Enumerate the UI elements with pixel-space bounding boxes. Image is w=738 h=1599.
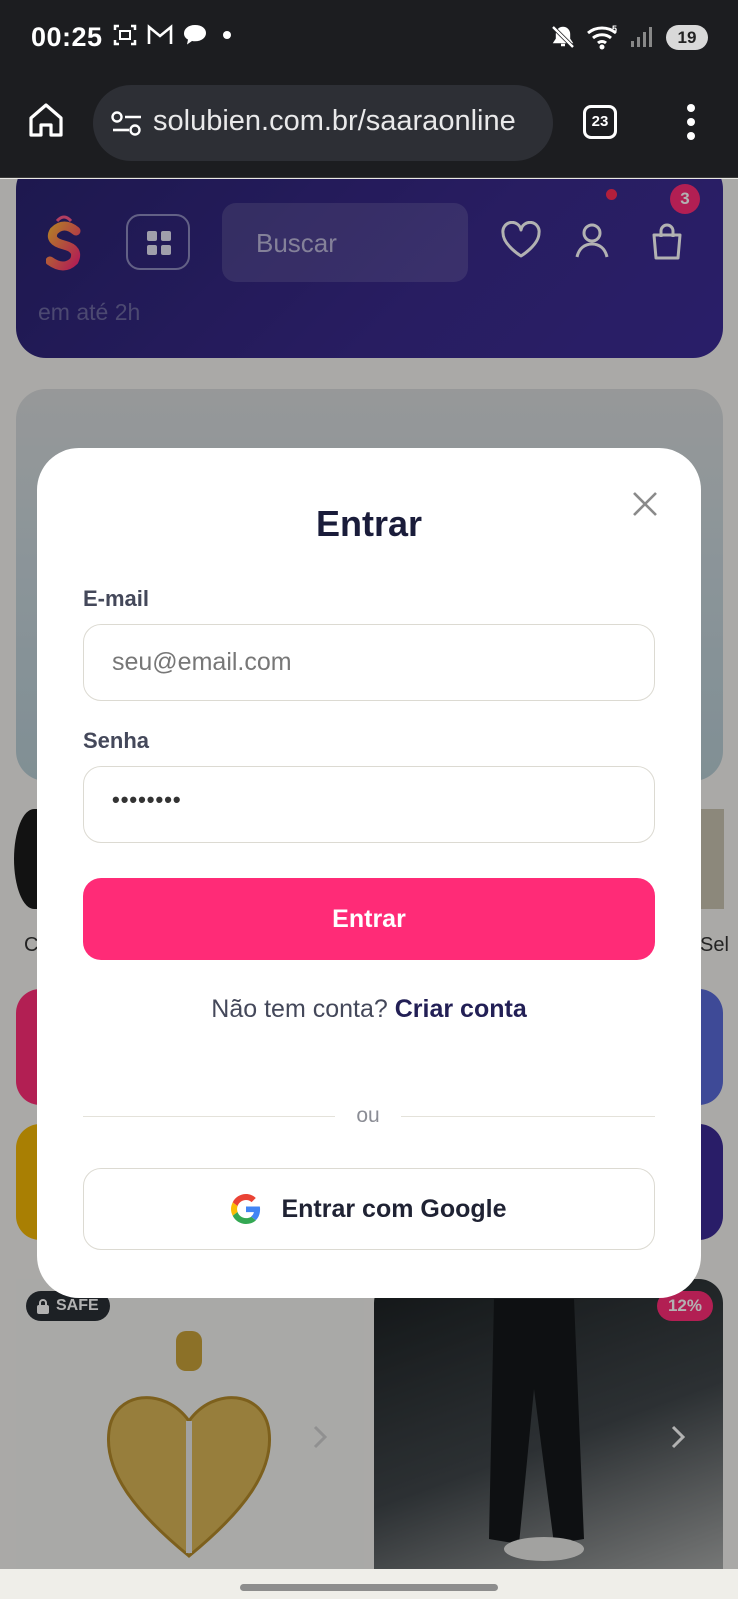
site-settings-icon[interactable]	[111, 110, 143, 138]
chat-icon	[184, 25, 206, 45]
status-time: 00:25	[31, 22, 103, 52]
address-bar[interactable]: solubien.com.br/saaraonline	[93, 85, 553, 161]
battery-indicator: 19	[666, 25, 708, 50]
password-label: Senha	[83, 728, 150, 753]
password-value: ••••••••	[112, 787, 182, 812]
browser-toolbar: solubien.com.br/saaraonline 23	[0, 78, 738, 178]
email-label: E-mail	[83, 586, 150, 611]
divider-left	[83, 1116, 335, 1117]
home-gesture-handle[interactable]	[240, 1584, 498, 1591]
google-button-label: Entrar com Google	[281, 1194, 507, 1223]
google-button-content: Entrar com Google	[84, 1169, 654, 1249]
google-login-button[interactable]: Entrar com Google	[83, 1168, 655, 1250]
notification-icons	[112, 22, 231, 48]
tab-switcher-button[interactable]: 23	[583, 105, 617, 139]
wifi-icon: 5	[587, 24, 617, 50]
divider-right	[401, 1116, 655, 1117]
more-vert-icon[interactable]	[683, 102, 699, 142]
home-icon[interactable]	[26, 100, 66, 140]
more-notifications-dot	[223, 31, 231, 39]
system-icons: 5	[550, 24, 654, 50]
gmail-icon	[147, 24, 173, 44]
svg-text:5: 5	[612, 24, 617, 34]
divider-or: ou	[356, 1104, 380, 1127]
mute-icon	[551, 25, 575, 49]
login-submit-button[interactable]: Entrar	[83, 878, 655, 960]
close-icon[interactable]	[631, 490, 659, 518]
modal-title: Entrar	[315, 503, 423, 544]
no-account-text: Não tem conta?	[211, 995, 388, 1023]
login-modal: Entrar E-mail Senha •••••••• Entrar Não …	[37, 448, 701, 1298]
email-field[interactable]	[84, 625, 654, 700]
google-icon	[231, 1194, 261, 1224]
url-text[interactable]: solubien.com.br/saaraonline	[153, 105, 516, 138]
screenshot-icon	[113, 24, 137, 46]
email-field-box	[83, 624, 655, 701]
signal-icon	[631, 27, 652, 47]
password-field[interactable]: ••••••••	[83, 766, 655, 843]
signup-prompt: Não tem conta? Criar conta	[37, 995, 701, 1024]
create-account-link[interactable]: Criar conta	[395, 995, 527, 1023]
navigation-bar	[0, 1569, 738, 1599]
status-bar: 00:25 5 19	[0, 0, 738, 78]
